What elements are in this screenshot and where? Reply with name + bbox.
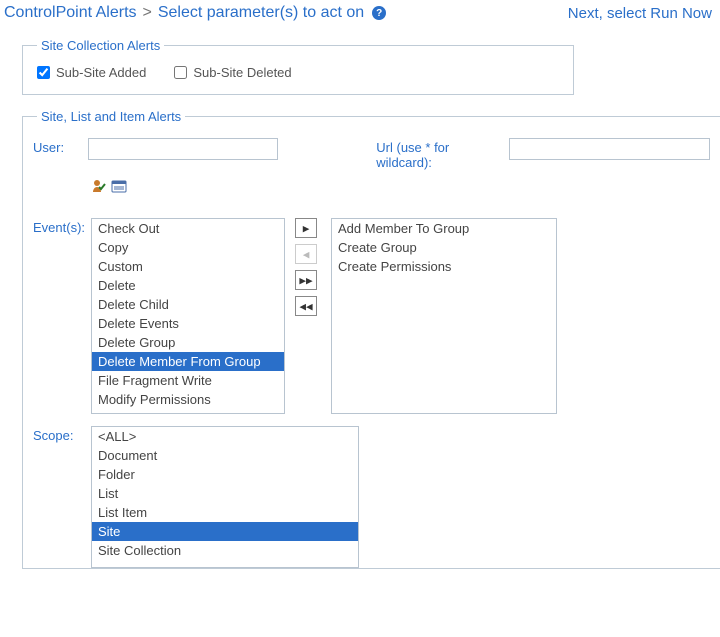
list-item[interactable]: Delete Child bbox=[92, 295, 284, 314]
list-item[interactable]: Create Permissions bbox=[332, 257, 556, 276]
sub-site-deleted-checkbox[interactable]: Sub-Site Deleted bbox=[174, 65, 291, 80]
breadcrumb-current: Select parameter(s) to act on bbox=[158, 4, 364, 22]
list-item[interactable]: Add Member To Group bbox=[332, 219, 556, 238]
move-all-right-button[interactable]: ▶▶ bbox=[295, 270, 317, 290]
page-header: ControlPoint Alerts > Select parameter(s… bbox=[0, 0, 720, 28]
list-item[interactable]: File Fragment Write bbox=[92, 371, 284, 390]
sub-site-deleted-label: Sub-Site Deleted bbox=[193, 65, 291, 80]
available-events-listbox[interactable]: Check OutCopyCustomDeleteDelete ChildDel… bbox=[91, 218, 285, 414]
help-icon[interactable]: ? bbox=[372, 6, 386, 20]
user-lookup-icons bbox=[91, 178, 710, 194]
list-item[interactable]: Modify Permissions bbox=[92, 390, 284, 409]
list-item[interactable]: Folder bbox=[92, 465, 358, 484]
list-item[interactable]: Site bbox=[92, 522, 358, 541]
scope-listbox[interactable]: <ALL>DocumentFolderListList ItemSiteSite… bbox=[91, 426, 359, 568]
list-item[interactable]: Delete Member From Group bbox=[92, 352, 284, 371]
user-label: User: bbox=[33, 138, 88, 155]
list-item[interactable]: Delete Group bbox=[92, 333, 284, 352]
site-list-item-alerts-group: Site, List and Item Alerts User: Url (us… bbox=[22, 109, 720, 569]
move-all-left-button[interactable]: ◀◀ bbox=[295, 296, 317, 316]
list-item[interactable]: Site Collection bbox=[92, 541, 358, 560]
breadcrumb: ControlPoint Alerts > Select parameter(s… bbox=[4, 4, 386, 22]
list-item[interactable]: Delete Events bbox=[92, 314, 284, 333]
user-input[interactable] bbox=[88, 138, 278, 160]
breadcrumb-root[interactable]: ControlPoint Alerts bbox=[4, 4, 137, 22]
sub-site-added-label: Sub-Site Added bbox=[56, 65, 146, 80]
list-item[interactable]: Custom bbox=[92, 257, 284, 276]
sub-site-deleted-input[interactable] bbox=[174, 66, 187, 79]
list-item[interactable]: Document bbox=[92, 446, 358, 465]
list-item[interactable]: <ALL> bbox=[92, 427, 358, 446]
list-item[interactable]: List bbox=[92, 484, 358, 503]
list-item[interactable]: Delete bbox=[92, 276, 284, 295]
list-item[interactable]: Check Out bbox=[92, 219, 284, 238]
url-input[interactable] bbox=[509, 138, 710, 160]
browse-icon[interactable] bbox=[111, 178, 127, 194]
selected-events-listbox[interactable]: Add Member To GroupCreate GroupCreate Pe… bbox=[331, 218, 557, 414]
sub-site-added-input[interactable] bbox=[37, 66, 50, 79]
move-left-button[interactable]: ◀ bbox=[295, 244, 317, 264]
sub-site-added-checkbox[interactable]: Sub-Site Added bbox=[37, 65, 146, 80]
list-item[interactable]: Create Group bbox=[332, 238, 556, 257]
site-collection-alerts-legend: Site Collection Alerts bbox=[37, 38, 164, 53]
list-item[interactable]: List Item bbox=[92, 503, 358, 522]
scope-label: Scope: bbox=[33, 426, 91, 443]
move-right-button[interactable]: ▶ bbox=[295, 218, 317, 238]
breadcrumb-separator: > bbox=[143, 4, 152, 22]
events-label: Event(s): bbox=[33, 218, 91, 235]
site-collection-alerts-group: Site Collection Alerts Sub-Site Added Su… bbox=[22, 38, 574, 95]
site-list-item-alerts-legend: Site, List and Item Alerts bbox=[37, 109, 185, 124]
list-item[interactable]: Copy bbox=[92, 238, 284, 257]
check-names-icon[interactable] bbox=[91, 178, 107, 194]
run-now-link[interactable]: Next, select Run Now bbox=[568, 5, 712, 22]
url-label: Url (use * for wildcard): bbox=[376, 138, 502, 170]
